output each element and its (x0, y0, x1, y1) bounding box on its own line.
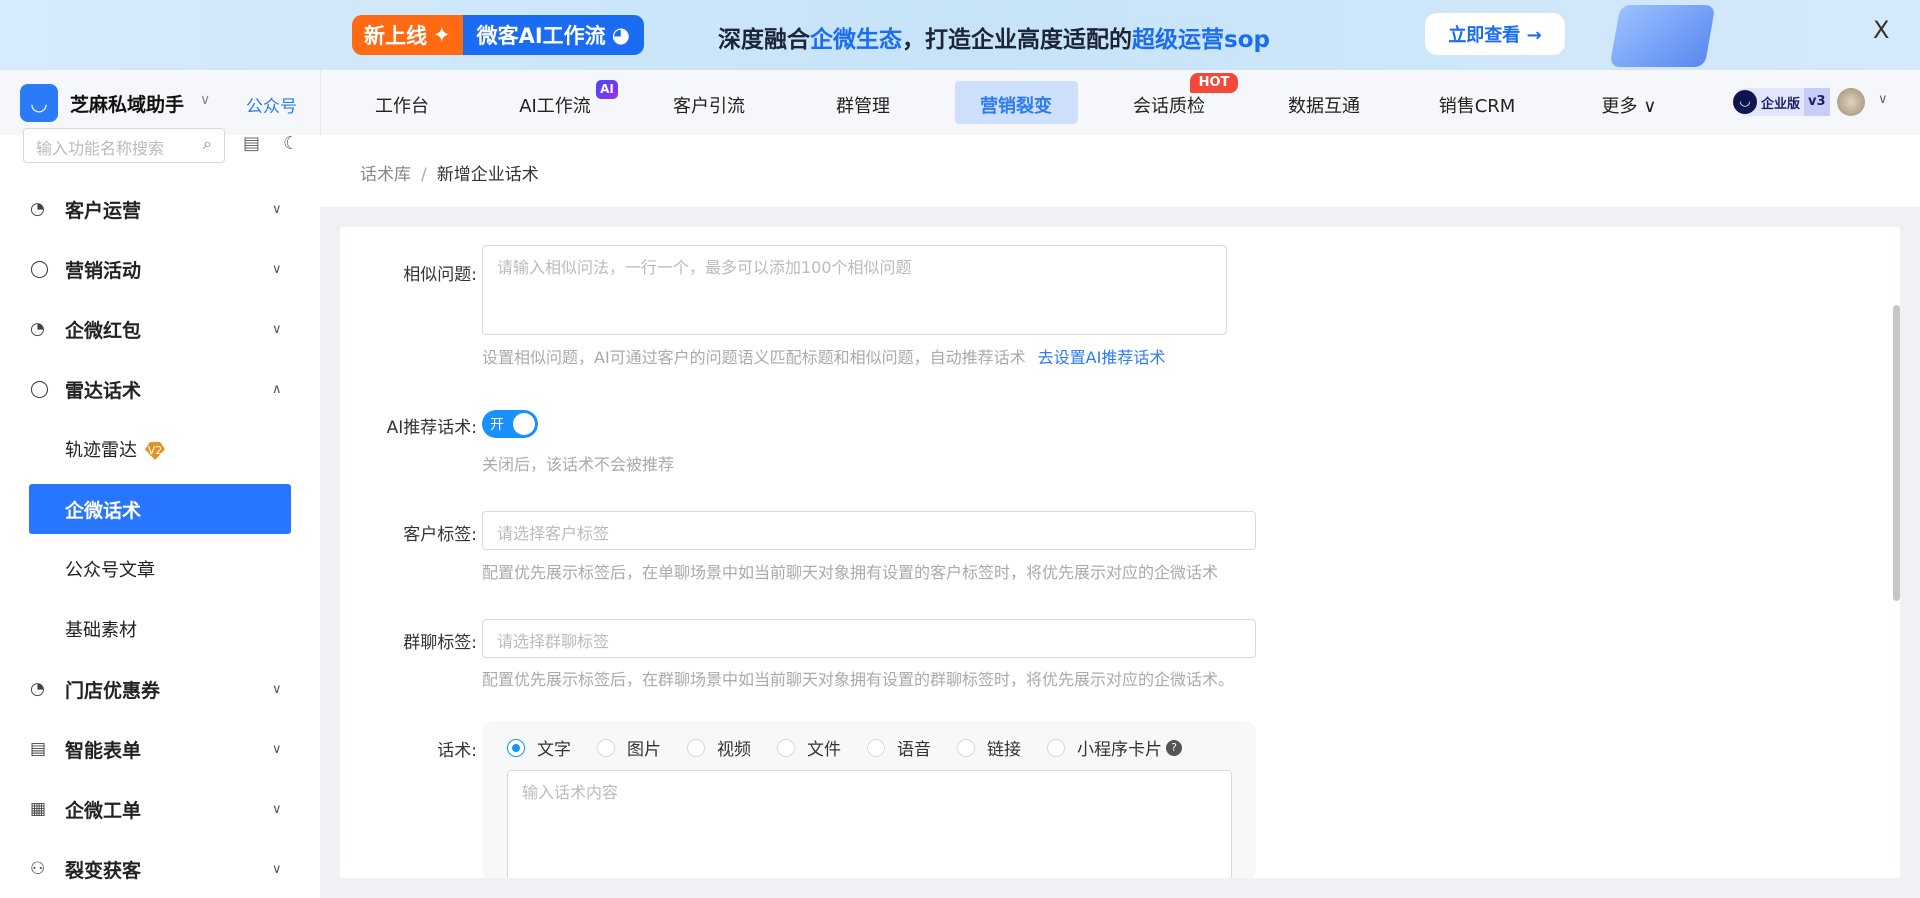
wechat-icon: ◔ (30, 319, 45, 339)
nav-session-qc[interactable]: 会话质检 (1133, 92, 1205, 118)
moon-icon[interactable]: ☾ (283, 133, 299, 154)
sidebar-item-enterprise-scripts[interactable]: 企微话术 (65, 496, 141, 523)
robot-icon: ◕ (611, 23, 631, 47)
sidebar-item-articles[interactable]: 公众号文章 (0, 549, 320, 589)
nav-ai-workflow[interactable]: AI工作流 (519, 92, 591, 118)
sparkle-icon: ✦ (433, 23, 451, 47)
nav-more[interactable]: 更多 ∨ (1602, 92, 1657, 118)
nav-group-management[interactable]: 群管理 (836, 92, 890, 118)
chevron-down-icon[interactable]: ∨ (200, 92, 210, 108)
group-tag-select[interactable]: 请选择群聊标签 (482, 619, 1256, 658)
radio-link[interactable]: 链接 (957, 735, 1021, 760)
radio-text[interactable]: 文字 (507, 735, 571, 760)
breadcrumb-bar (320, 135, 1920, 207)
brand-name[interactable]: 芝麻私域助手 (70, 90, 184, 117)
circle-icon: ◯ (30, 259, 50, 279)
chevron-down-icon: ∨ (272, 321, 282, 337)
radio-voice[interactable]: 语音 (867, 735, 931, 760)
customer-tag-select[interactable]: 请选择客户标签 (482, 511, 1256, 550)
breadcrumb-current: 新增企业话术 (436, 165, 539, 185)
wechat-icon: ◔ (30, 199, 45, 219)
nav-sales-crm[interactable]: 销售CRM (1439, 92, 1516, 118)
nav-data-sync[interactable]: 数据互通 (1288, 92, 1360, 118)
app-logo-icon: ◡ (20, 84, 58, 122)
page-bottom-bg (320, 878, 1920, 898)
chevron-down-icon[interactable]: ∨ (1878, 92, 1888, 107)
script-label: 话术: (437, 741, 477, 761)
edition-label: 企业版 (1761, 96, 1801, 112)
promo-product-label: 微客AI工作流 (476, 24, 606, 48)
chevron-down-icon: ∨ (272, 741, 282, 757)
radio-file[interactable]: 文件 (777, 735, 841, 760)
sidebar-item-red-packet[interactable]: ◔ 企微红包 ∨ (0, 309, 320, 349)
promo-illustration (1609, 5, 1716, 67)
similar-label: 相似问题: (403, 265, 477, 285)
search-icon: ⌕ (203, 134, 212, 153)
chevron-down-icon: ∨ (272, 801, 282, 817)
sidebar-item-customer-ops[interactable]: ◔ 客户运营 ∨ (0, 189, 320, 229)
nav-customer-acquisition[interactable]: 客户引流 (673, 92, 745, 118)
hot-badge: HOT (1190, 73, 1238, 93)
promo-new-label: 新上线 (364, 24, 427, 48)
scrollbar[interactable] (1893, 305, 1900, 601)
edition-badge[interactable]: ◡ 企业版 v3 (1733, 88, 1830, 116)
promo-view-button[interactable]: 立即查看 → (1425, 13, 1565, 55)
chevron-down-icon: ∨ (272, 861, 282, 877)
sidebar-item-smart-forms[interactable]: ▤ 智能表单 ∨ (0, 729, 320, 769)
ai-recommend-help: 关闭后，该话术不会被推荐 (482, 455, 675, 474)
script-type-radios: 文字 图片 视频 文件 语音 链接 小程序卡片? (507, 735, 1208, 760)
group-tag-label: 群聊标签: (403, 633, 477, 653)
ai-badge: AI (596, 80, 618, 99)
similar-questions-textarea[interactable]: 请输入相似问法，一行一个，最多可以添加100个相似问题 (482, 245, 1227, 335)
ai-recommend-label: AI推荐话术: (386, 418, 477, 438)
nav-marketing-fission[interactable]: 营销裂变 (980, 92, 1052, 118)
help-icon[interactable]: ? (1166, 739, 1182, 756)
function-search-input[interactable]: 输入功能名称搜索 ⌕ (23, 128, 225, 163)
wechat-icon: ◔ (30, 679, 45, 699)
promo-slogan: 深度融合企微生态，打造企业高度适配的超级运营sop (718, 27, 1270, 53)
circle-icon: ◯ (30, 379, 50, 399)
sidebar-item-work-orders[interactable]: ▦ 企微工单 ∨ (0, 789, 320, 829)
close-banner-icon[interactable]: X (1873, 16, 1889, 44)
edition-version: v3 (1804, 88, 1830, 116)
sidebar-item-materials[interactable]: 基础素材 (0, 609, 320, 649)
sidebar-item-marketing[interactable]: ◯ 营销活动 ∨ (0, 249, 320, 289)
table-icon: ▦ (30, 799, 47, 819)
breadcrumb: 话术库 / 新增企业话术 (360, 165, 539, 185)
sidebar-item-track-radar[interactable]: 轨迹雷达 V2 (0, 429, 320, 469)
radio-video[interactable]: 视频 (687, 735, 751, 760)
nav-workbench[interactable]: 工作台 (375, 92, 429, 118)
download-icon[interactable]: ▤ (243, 133, 260, 154)
users-icon: ⚇ (30, 859, 46, 879)
chevron-down-icon: ∨ (272, 201, 282, 217)
chevron-up-icon: ∧ (272, 381, 282, 397)
similar-help: 设置相似问题，AI可通过客户的问题语义匹配标题和相似问题，自动推荐话术 去设置AI… (482, 348, 1166, 367)
sidebar-item-fission[interactable]: ⚇ 裂变获客 ∨ (0, 849, 320, 889)
customer-tag-help: 配置优先展示标签后，在单聊场景中如当前聊天对象拥有设置的客户标签时，将优先展示对… (482, 563, 1219, 582)
sidebar-item-radar-scripts[interactable]: ◯ 雷达话术 ∧ (0, 369, 320, 409)
avatar[interactable] (1837, 88, 1865, 116)
v2-badge: V2 (145, 442, 165, 460)
ai-recommend-toggle[interactable]: 开 (482, 410, 538, 438)
script-content-textarea[interactable]: 输入话术内容 (507, 770, 1232, 885)
sidebar-item-coupons[interactable]: ◔ 门店优惠券 ∨ (0, 669, 320, 709)
promo-tag: 新上线 ✦ 微客AI工作流 ◕ (352, 15, 645, 55)
group-tag-help: 配置优先展示标签后，在群聊场景中如当前聊天对象拥有设置的群聊标签时，将优先展示对… (482, 670, 1235, 689)
customer-tag-label: 客户标签: (403, 525, 477, 545)
radio-mini-program[interactable]: 小程序卡片? (1047, 735, 1182, 760)
account-link[interactable]: 公众号 (246, 92, 297, 117)
chevron-down-icon: ∨ (272, 681, 282, 697)
set-ai-recommend-link[interactable]: 去设置AI推荐话术 (1038, 348, 1166, 367)
edition-logo-icon: ◡ (1733, 90, 1757, 114)
breadcrumb-parent[interactable]: 话术库 (360, 165, 411, 185)
form-icon: ▤ (30, 739, 47, 759)
divider (320, 70, 321, 135)
chevron-down-icon: ∨ (272, 261, 282, 277)
radio-image[interactable]: 图片 (597, 735, 661, 760)
